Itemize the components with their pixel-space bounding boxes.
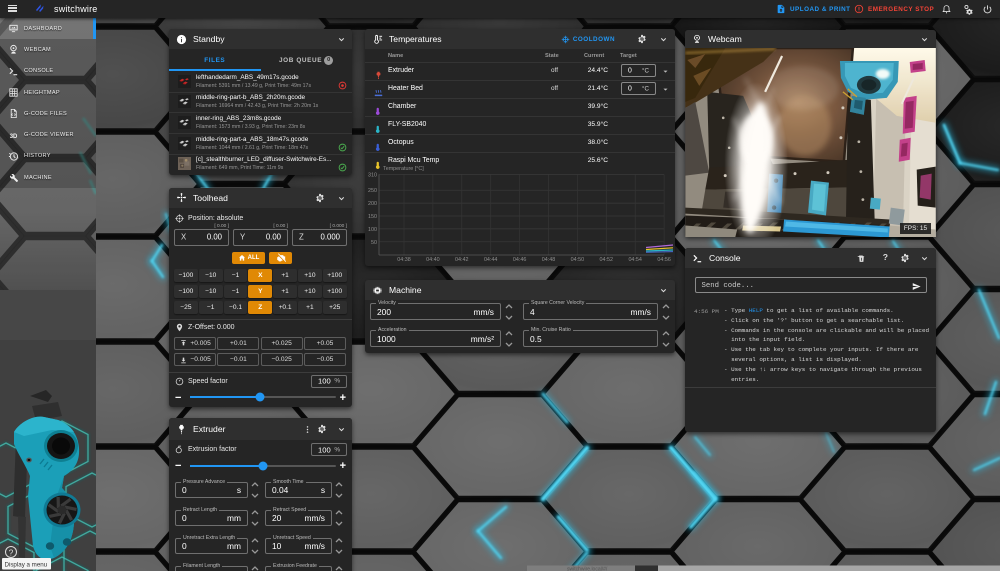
svg-text:150: 150 xyxy=(368,214,377,220)
svg-text:04:54: 04:54 xyxy=(628,257,642,263)
svg-text:04:38: 04:38 xyxy=(397,257,411,263)
svg-text:200: 200 xyxy=(368,201,377,207)
svg-text:switchwire.local/#/: switchwire.local/#/ xyxy=(567,567,608,571)
svg-text:04:46: 04:46 xyxy=(513,257,527,263)
svg-text:04:44: 04:44 xyxy=(484,257,498,263)
svg-text:Display a menu: Display a menu xyxy=(5,562,48,569)
svg-text:04:52: 04:52 xyxy=(600,257,614,263)
svg-text:50: 50 xyxy=(371,240,377,246)
svg-text:04:42: 04:42 xyxy=(455,257,469,263)
svg-text:04:50: 04:50 xyxy=(571,257,585,263)
svg-text:04:40: 04:40 xyxy=(426,257,440,263)
svg-text:04:48: 04:48 xyxy=(542,257,556,263)
svg-text:04:56: 04:56 xyxy=(657,257,671,263)
svg-text:?: ? xyxy=(9,548,14,558)
svg-text:310: 310 xyxy=(368,172,377,178)
svg-text:250: 250 xyxy=(368,188,377,194)
svg-text:100: 100 xyxy=(368,227,377,233)
svg-text:3D: 3D xyxy=(10,133,18,139)
